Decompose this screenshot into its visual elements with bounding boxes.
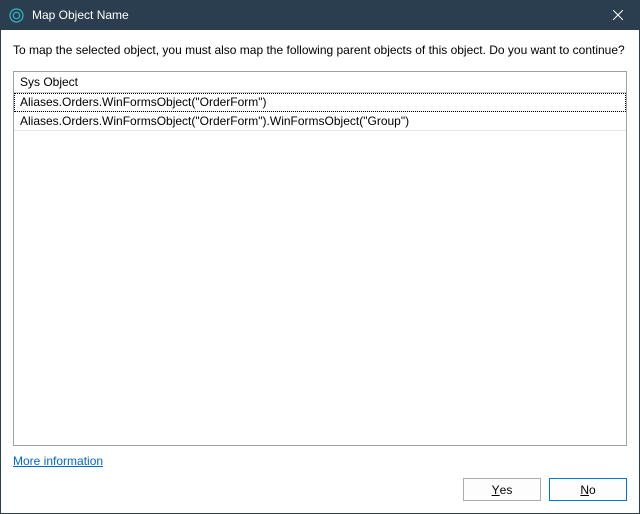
table-row[interactable]: Aliases.Orders.WinFormsObject("OrderForm… [14,112,626,131]
app-icon [8,7,24,23]
window-title: Map Object Name [32,8,595,22]
close-button[interactable] [595,0,640,30]
yes-button[interactable]: Yes [463,478,541,501]
more-info-container: More information [13,454,627,468]
table-row[interactable]: Aliases.Orders.WinFormsObject("OrderForm… [14,93,626,112]
window-body: To map the selected object, you must als… [0,30,640,514]
grid-column-header[interactable]: Sys Object [14,72,626,93]
dialog-message: To map the selected object, you must als… [13,42,627,59]
grid-body: Aliases.Orders.WinFormsObject("OrderForm… [14,93,626,445]
more-information-link[interactable]: More information [13,454,103,468]
object-grid: Sys Object Aliases.Orders.WinFormsObject… [13,71,627,446]
close-icon [613,10,623,20]
button-row: Yes No [13,478,627,501]
no-button[interactable]: No [549,478,627,501]
titlebar: Map Object Name [0,0,640,30]
